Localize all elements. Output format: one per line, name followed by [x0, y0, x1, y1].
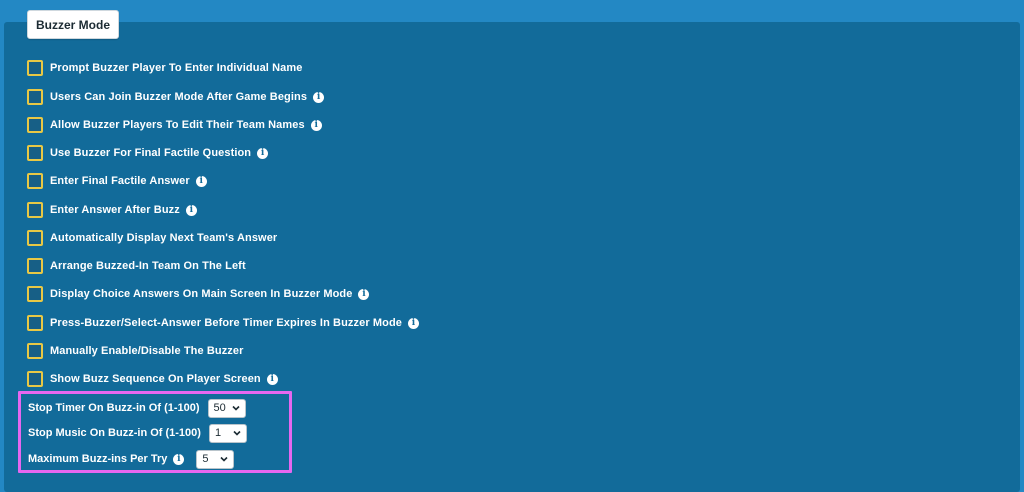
info-icon[interactable]: i	[358, 288, 370, 300]
info-icon[interactable]: i	[310, 119, 322, 131]
option-label[interactable]: Use Buzzer For Final Factile Question	[50, 147, 251, 159]
option-row[interactable]: Enter Final Factile Answer i	[27, 172, 207, 190]
option-row[interactable]: Arrange Buzzed-In Team On The Left	[27, 257, 246, 275]
option-row[interactable]: Prompt Buzzer Player To Enter Individual…	[27, 59, 302, 77]
option-label[interactable]: Show Buzz Sequence On Player Screen	[50, 373, 261, 385]
option-row[interactable]: Press-Buzzer/Select-Answer Before Timer …	[27, 314, 419, 332]
option-label[interactable]: Enter Final Factile Answer	[50, 175, 190, 187]
checkbox[interactable]	[27, 202, 43, 218]
setting-label: Maximum Buzz-ins Per Try	[28, 453, 168, 465]
checkbox[interactable]	[27, 315, 43, 331]
info-icon[interactable]: i	[408, 317, 419, 329]
option-label[interactable]: Press-Buzzer/Select-Answer Before Timer …	[50, 317, 402, 329]
checkbox[interactable]	[27, 117, 43, 133]
setting-row-stop-timer: Stop Timer On Buzz-in Of (1-100) 50	[28, 398, 246, 418]
select-value: 50	[213, 402, 226, 414]
option-row[interactable]: Automatically Display Next Team's Answer	[27, 229, 277, 247]
checkbox[interactable]	[27, 89, 43, 105]
info-icon[interactable]: i	[266, 373, 278, 385]
checkbox[interactable]	[27, 230, 43, 246]
option-row[interactable]: Enter Answer After Buzz i	[27, 201, 197, 219]
option-label[interactable]: Automatically Display Next Team's Answer	[50, 232, 277, 244]
chevron-down-icon	[233, 430, 241, 436]
info-icon[interactable]: i	[173, 453, 185, 465]
select-value: 5	[202, 453, 209, 465]
setting-row-stop-music: Stop Music On Buzz-in Of (1-100) 1	[28, 423, 247, 443]
option-row[interactable]: Display Choice Answers On Main Screen In…	[27, 285, 370, 303]
setting-row-max-buzzins: Maximum Buzz-ins Per Try i 5	[28, 449, 235, 469]
buzzer-mode-tab[interactable]: Buzzer Mode	[27, 10, 120, 39]
setting-label: Stop Music On Buzz-in Of (1-100)	[28, 427, 201, 439]
chevron-down-icon	[220, 456, 228, 462]
info-icon[interactable]: i	[313, 91, 325, 103]
option-row[interactable]: Allow Buzzer Players To Edit Their Team …	[27, 116, 322, 134]
checkbox[interactable]	[27, 371, 43, 387]
option-label[interactable]: Users Can Join Buzzer Mode After Game Be…	[50, 91, 307, 103]
checkbox[interactable]	[27, 286, 43, 302]
checkbox[interactable]	[27, 343, 43, 359]
stop-timer-select[interactable]: 50	[207, 398, 246, 418]
option-label[interactable]: Display Choice Answers On Main Screen In…	[50, 288, 352, 300]
stop-music-select[interactable]: 1	[208, 423, 247, 443]
option-row[interactable]: Manually Enable/Disable The Buzzer	[27, 342, 244, 360]
setting-label: Stop Timer On Buzz-in Of (1-100)	[28, 402, 200, 414]
select-value: 1	[214, 427, 222, 439]
option-label[interactable]: Enter Answer After Buzz	[50, 204, 180, 216]
option-row[interactable]: Show Buzz Sequence On Player Screen i	[27, 370, 278, 388]
checkbox[interactable]	[27, 173, 43, 189]
checkbox[interactable]	[27, 60, 43, 76]
checkbox[interactable]	[27, 258, 43, 274]
info-icon[interactable]: i	[257, 147, 269, 159]
option-row[interactable]: Users Can Join Buzzer Mode After Game Be…	[27, 88, 325, 106]
chevron-down-icon	[231, 405, 240, 411]
option-label[interactable]: Arrange Buzzed-In Team On The Left	[50, 260, 246, 272]
option-label[interactable]: Prompt Buzzer Player To Enter Individual…	[50, 62, 302, 74]
info-icon[interactable]: i	[185, 204, 197, 216]
max-buzzins-select[interactable]: 5	[196, 449, 235, 469]
option-row[interactable]: Use Buzzer For Final Factile Question i	[27, 144, 269, 162]
checkbox[interactable]	[27, 145, 43, 161]
option-label[interactable]: Manually Enable/Disable The Buzzer	[50, 345, 244, 357]
info-icon[interactable]: i	[195, 175, 207, 187]
option-label[interactable]: Allow Buzzer Players To Edit Their Team …	[50, 119, 305, 131]
